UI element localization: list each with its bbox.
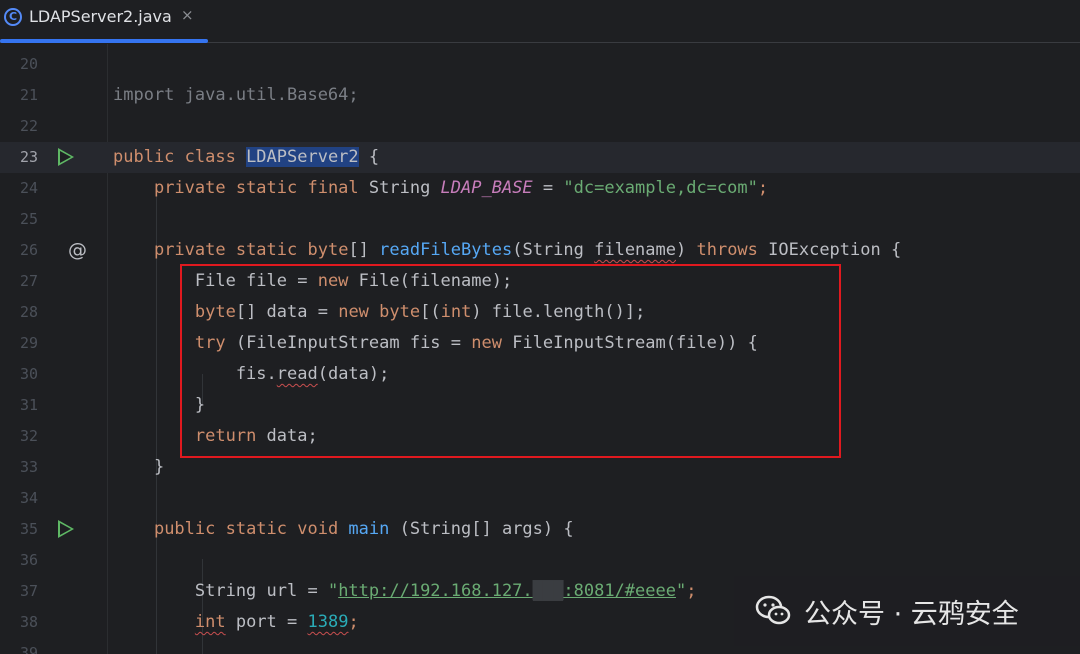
code-line: 34	[19, 489, 38, 507]
selected-class-name: LDAPServer2	[246, 147, 359, 167]
watermark: 公众号 · 云鸦安全	[734, 576, 1080, 646]
redacted-ip: ███	[532, 581, 564, 601]
editor-tab-ldapserver2[interactable]: C LDAPServer2.java ×	[0, 0, 208, 43]
active-tab-indicator	[0, 39, 208, 43]
code-line: 35 public static void main (String[] arg…	[19, 519, 574, 539]
run-icon[interactable]	[58, 148, 74, 166]
code-line: 36	[19, 551, 38, 569]
code-line: 22	[19, 117, 38, 135]
annotation-at-icon[interactable]: @	[68, 235, 87, 266]
watermark-text: 公众号 · 云鸦安全	[804, 599, 1019, 630]
code-line: 25	[19, 210, 38, 228]
class-c-icon: C	[4, 8, 22, 26]
code-line: 20	[19, 55, 38, 73]
highlight-box	[180, 264, 841, 458]
close-icon[interactable]: ×	[181, 6, 194, 24]
code-line: 24 private static final String LDAP_BASE…	[19, 178, 769, 198]
wechat-logo	[755, 595, 791, 625]
tab-label: LDAPServer2.java	[29, 7, 172, 26]
run-icon[interactable]	[58, 520, 74, 538]
code-line-current: 23 public class LDAPServer2 {	[0, 142, 1080, 173]
editor-tab-bar: C LDAPServer2.java ×	[0, 0, 1080, 43]
code-line: 21 import java.util.Base64;	[19, 85, 359, 105]
code-line: 26 @ private static byte[] readFileBytes…	[0, 235, 1080, 266]
